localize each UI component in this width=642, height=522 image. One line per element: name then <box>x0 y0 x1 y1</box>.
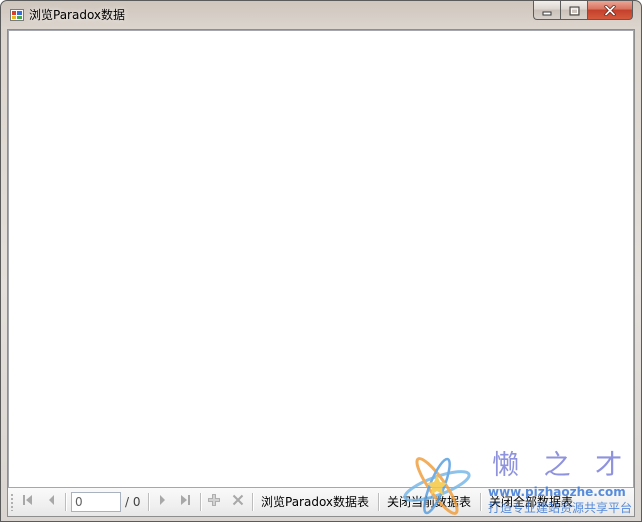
move-last-button[interactable] <box>174 491 196 513</box>
maximize-button[interactable] <box>560 1 587 20</box>
close-current-table-button[interactable]: 关闭当前数据表 <box>385 491 473 513</box>
binding-navigator-toolbar: / 0 <box>8 488 634 516</box>
window-controls <box>533 1 633 20</box>
move-next-button[interactable] <box>151 491 173 513</box>
move-first-button[interactable] <box>17 491 39 513</box>
data-grid-area[interactable] <box>8 30 634 488</box>
close-icon <box>604 1 616 20</box>
move-previous-icon <box>44 492 60 512</box>
app-window: 浏览Paradox数据 0 / 0 浏览Paradox数据表 关闭当前数据表 关… <box>0 0 642 522</box>
toolbar-grip[interactable] <box>11 493 13 511</box>
toolbar-separator <box>65 493 66 511</box>
browse-paradox-table-button[interactable]: 浏览Paradox数据表 <box>259 491 371 513</box>
app-icon[interactable] <box>9 7 25 23</box>
move-next-icon <box>154 492 170 512</box>
close-all-tables-button[interactable]: 关闭全部数据表 <box>487 491 575 513</box>
position-input[interactable] <box>71 492 121 512</box>
minimize-button[interactable] <box>533 1 560 20</box>
delete-button[interactable] <box>227 491 249 513</box>
toolbar-separator <box>480 493 481 511</box>
maximize-icon <box>569 1 580 20</box>
minimize-icon <box>542 1 552 20</box>
close-button[interactable] <box>587 1 633 20</box>
add-new-button[interactable] <box>203 491 225 513</box>
move-previous-button[interactable] <box>41 491 63 513</box>
toolbar-separator <box>378 493 379 511</box>
add-icon <box>206 492 222 512</box>
delete-icon <box>230 492 246 512</box>
count-label: / 0 <box>125 495 141 509</box>
move-last-icon <box>177 492 193 512</box>
move-first-icon <box>20 492 36 512</box>
toolbar-separator <box>148 493 149 511</box>
toolbar-separator <box>252 493 253 511</box>
window-title: 浏览Paradox数据 <box>29 8 126 22</box>
client-area: / 0 <box>7 29 635 517</box>
toolbar-separator <box>200 493 201 511</box>
